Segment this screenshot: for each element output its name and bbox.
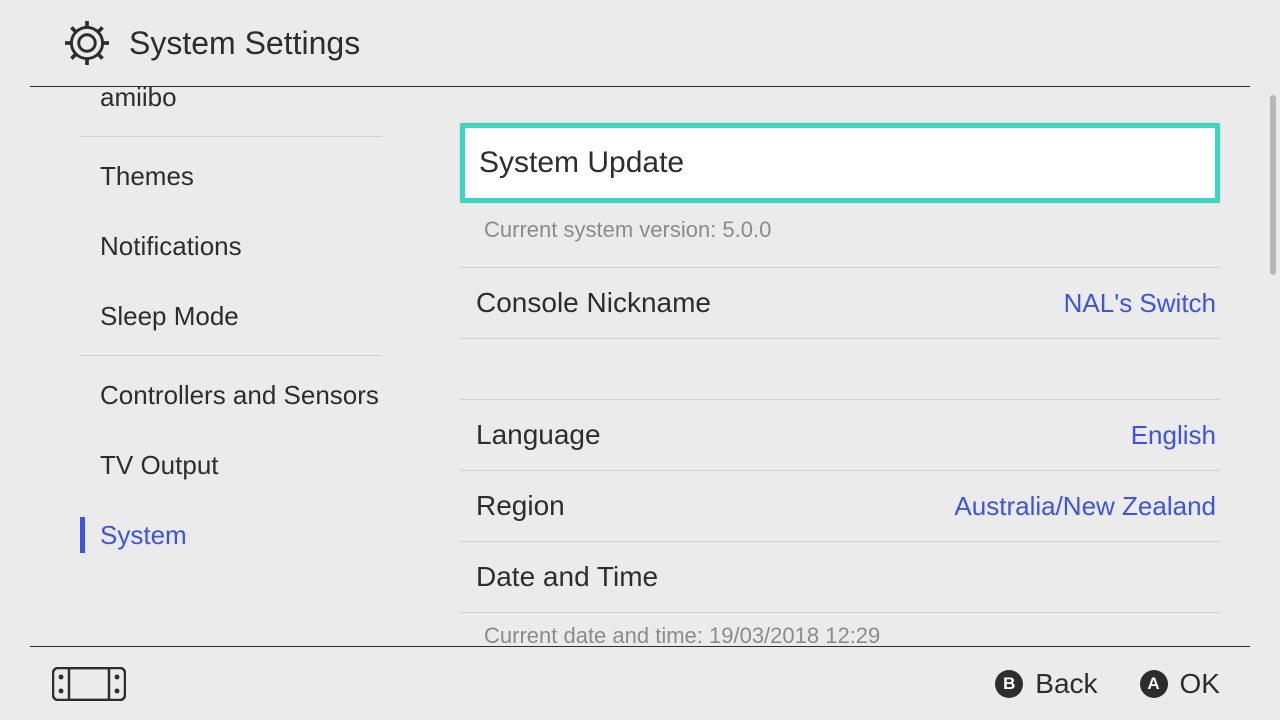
footer: B Back A OK — [30, 646, 1250, 720]
sidebar-item-controllers-sensors[interactable]: Controllers and Sensors — [0, 360, 412, 430]
sidebar-item-themes[interactable]: Themes — [0, 141, 412, 211]
sidebar-item-label: Notifications — [100, 231, 242, 262]
sidebar-item-system[interactable]: System — [0, 500, 412, 570]
row-value: NAL's Switch — [1064, 288, 1216, 319]
row-label: Console Nickname — [476, 287, 711, 319]
sidebar-item-label: TV Output — [100, 450, 219, 481]
sidebar-item-label: amiibo — [100, 87, 177, 113]
hint-label: OK — [1180, 668, 1220, 700]
header: System Settings — [30, 0, 1250, 87]
footer-hints: B Back A OK — [995, 668, 1220, 700]
hint-label: Back — [1035, 668, 1097, 700]
row-value: English — [1131, 420, 1216, 451]
sidebar-item-amiibo[interactable]: amiibo — [0, 87, 412, 132]
console-icon — [52, 667, 126, 701]
sidebar-divider — [80, 355, 382, 356]
scrollbar-thumb[interactable] — [1270, 95, 1276, 275]
gear-icon — [65, 21, 109, 65]
date-time-text: Current date and time: 19/03/2018 12:29 — [460, 613, 1220, 646]
settings-main: System Update Current system version: 5.… — [412, 87, 1268, 646]
sidebar-divider — [80, 136, 382, 137]
scrollbar[interactable] — [1270, 95, 1276, 638]
system-version-text: Current system version: 5.0.0 — [460, 203, 1220, 267]
sidebar-item-label: Sleep Mode — [100, 301, 239, 332]
row-label: Date and Time — [476, 561, 658, 593]
sidebar-item-label: Controllers and Sensors — [100, 380, 379, 411]
row-date-time[interactable]: Date and Time — [460, 541, 1220, 612]
row-console-nickname[interactable]: Console Nickname NAL's Switch — [460, 267, 1220, 338]
sidebar-item-tv-output[interactable]: TV Output — [0, 430, 412, 500]
row-label: Region — [476, 490, 565, 522]
row-value: Australia/New Zealand — [954, 491, 1216, 522]
sidebar-item-label: System — [100, 520, 187, 551]
sidebar-item-sleep-mode[interactable]: Sleep Mode — [0, 281, 412, 351]
row-label: System Update — [479, 146, 684, 180]
row-label: Language — [476, 419, 601, 451]
row-region[interactable]: Region Australia/New Zealand — [460, 470, 1220, 541]
sidebar-item-label: Themes — [100, 161, 194, 192]
row-language[interactable]: Language English — [460, 399, 1220, 470]
b-button-icon: B — [995, 670, 1023, 698]
settings-sidebar: amiibo Themes Notifications Sleep Mode C… — [0, 87, 412, 646]
hint-ok[interactable]: A OK — [1140, 668, 1220, 700]
a-button-icon: A — [1140, 670, 1168, 698]
page-title: System Settings — [129, 25, 360, 62]
sidebar-item-notifications[interactable]: Notifications — [0, 211, 412, 281]
row-system-update[interactable]: System Update — [460, 123, 1220, 203]
hint-back[interactable]: B Back — [995, 668, 1097, 700]
